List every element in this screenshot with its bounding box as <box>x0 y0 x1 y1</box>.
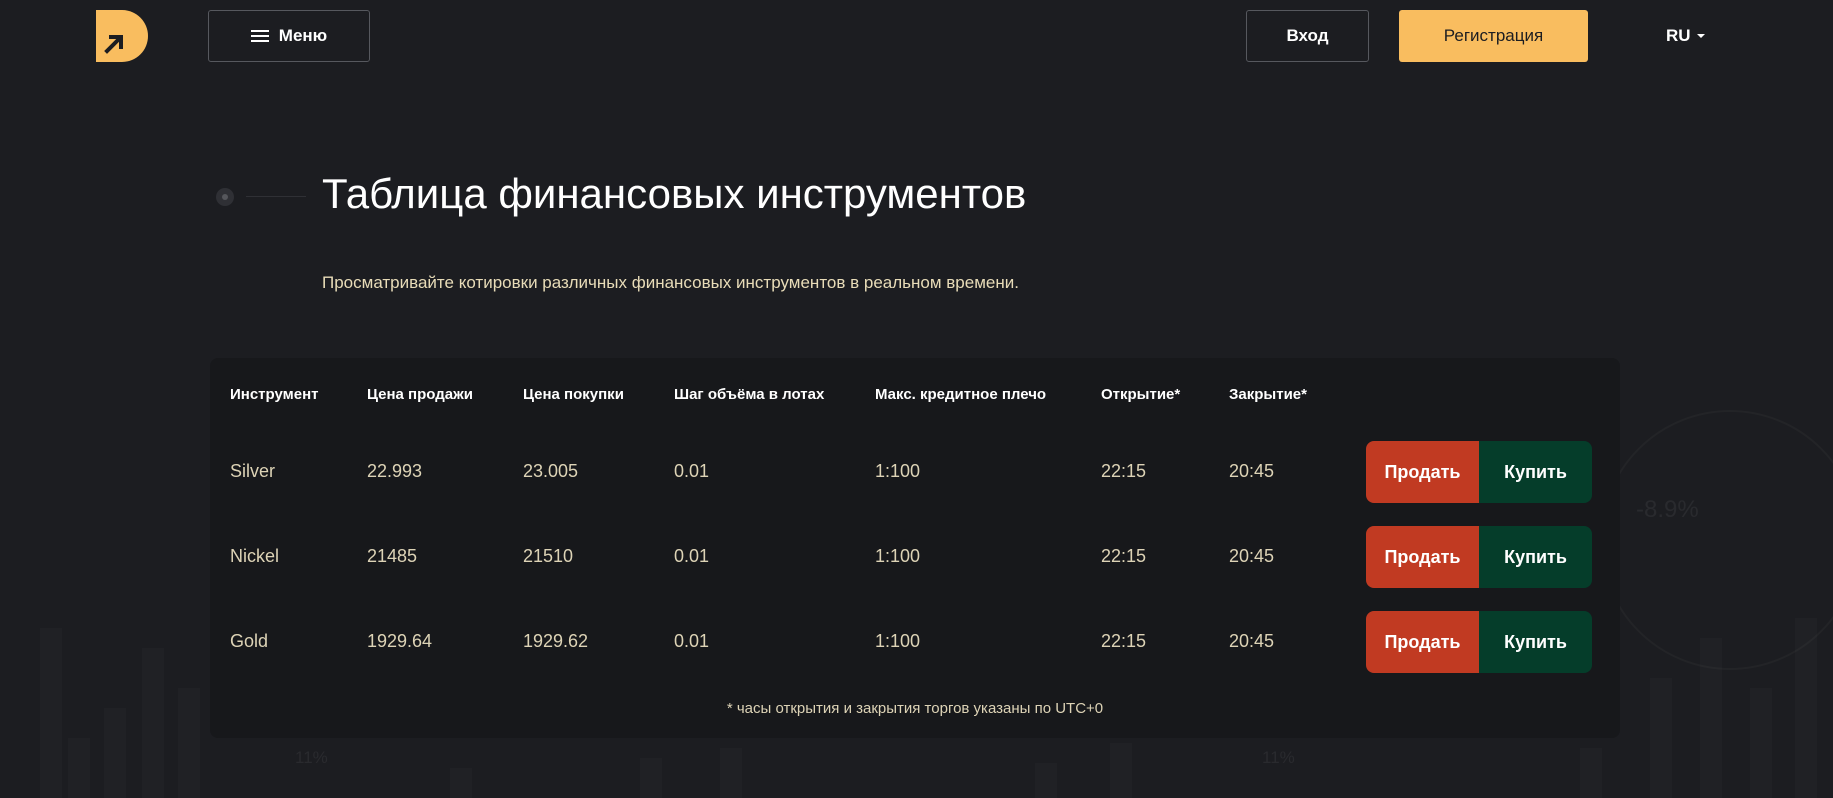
login-button[interactable]: Вход <box>1246 10 1369 62</box>
buy-button[interactable]: Купить <box>1479 441 1592 503</box>
cell-instrument: Silver <box>230 461 276 481</box>
cell-sell-price: 1929.64 <box>367 631 433 651</box>
cell-close: 20:45 <box>1229 631 1275 651</box>
cell-close: 20:45 <box>1229 546 1275 566</box>
cell-leverage: 1:100 <box>875 546 921 566</box>
sell-button[interactable]: Продать <box>1366 611 1479 673</box>
cell-open: 22:15 <box>1101 631 1147 651</box>
menu-button-label: Меню <box>278 26 328 45</box>
sell-button[interactable]: Продать <box>1366 441 1479 503</box>
caret-down-icon <box>1696 34 1705 38</box>
language-selector[interactable]: RU <box>1666 24 1705 48</box>
buy-button[interactable]: Купить <box>1479 611 1592 673</box>
background-circle <box>1600 410 1833 670</box>
cell-instrument: Gold <box>230 631 269 651</box>
trade-buttons: Продать Купить <box>1366 441 1592 503</box>
arrow-up-right-icon <box>104 35 123 54</box>
page-title: Таблица финансовых инструментов <box>322 170 1027 217</box>
title-line-decoration <box>246 196 306 197</box>
table-row: Nickel 21485 21510 0.01 1:100 22:15 20:4… <box>210 526 1620 588</box>
cell-close: 20:45 <box>1229 461 1275 481</box>
language-label: RU <box>1666 26 1691 45</box>
cell-lot-step: 0.01 <box>674 461 710 481</box>
cell-sell-price: 22.993 <box>367 461 423 481</box>
column-header-open: Открытие* <box>1101 386 1181 403</box>
trade-buttons: Продать Купить <box>1366 611 1592 673</box>
cell-open: 22:15 <box>1101 461 1147 481</box>
column-header-buy-price: Цена покупки <box>523 386 624 403</box>
column-header-close: Закрытие* <box>1229 386 1307 403</box>
cell-lot-step: 0.01 <box>674 631 710 651</box>
page-subtitle: Просматривайте котировки различных финан… <box>322 273 1019 292</box>
cell-lot-step: 0.01 <box>674 546 710 566</box>
buy-button[interactable]: Купить <box>1479 526 1592 588</box>
background-percent-left: 11% <box>295 748 328 767</box>
column-header-instrument: Инструмент <box>230 386 319 403</box>
menu-button[interactable]: Меню <box>208 10 370 62</box>
column-header-leverage: Макс. кредитное плечо <box>875 386 1047 403</box>
cell-leverage: 1:100 <box>875 461 921 481</box>
top-header: Меню Вход Регистрация RU <box>0 0 1833 72</box>
logo[interactable] <box>96 10 148 62</box>
table-row: Gold 1929.64 1929.62 0.01 1:100 22:15 20… <box>210 611 1620 673</box>
background-percent-right: -8.9% <box>1636 496 1699 523</box>
trade-buttons: Продать Купить <box>1366 526 1592 588</box>
cell-instrument: Nickel <box>230 546 280 566</box>
hamburger-icon <box>250 30 269 42</box>
instruments-table: Инструмент Цена продажи Цена покупки Шаг… <box>210 358 1620 738</box>
cell-leverage: 1:100 <box>875 631 921 651</box>
cell-buy-price: 23.005 <box>523 461 579 481</box>
column-header-lot-step: Шаг объёма в лотах <box>674 386 825 403</box>
cell-open: 22:15 <box>1101 546 1147 566</box>
table-row: Silver 22.993 23.005 0.01 1:100 22:15 20… <box>210 441 1620 503</box>
trading-hours-footnote: * часы открытия и закрытия торгов указан… <box>726 700 1104 717</box>
register-button[interactable]: Регистрация <box>1399 10 1588 62</box>
sell-button[interactable]: Продать <box>1366 526 1479 588</box>
cell-buy-price: 1929.62 <box>523 631 589 651</box>
background-percent-mid: 11% <box>1262 748 1295 767</box>
cell-sell-price: 21485 <box>367 546 418 566</box>
cell-buy-price: 21510 <box>523 546 574 566</box>
column-header-sell-price: Цена продажи <box>367 386 473 403</box>
title-dot-decoration <box>216 188 234 206</box>
